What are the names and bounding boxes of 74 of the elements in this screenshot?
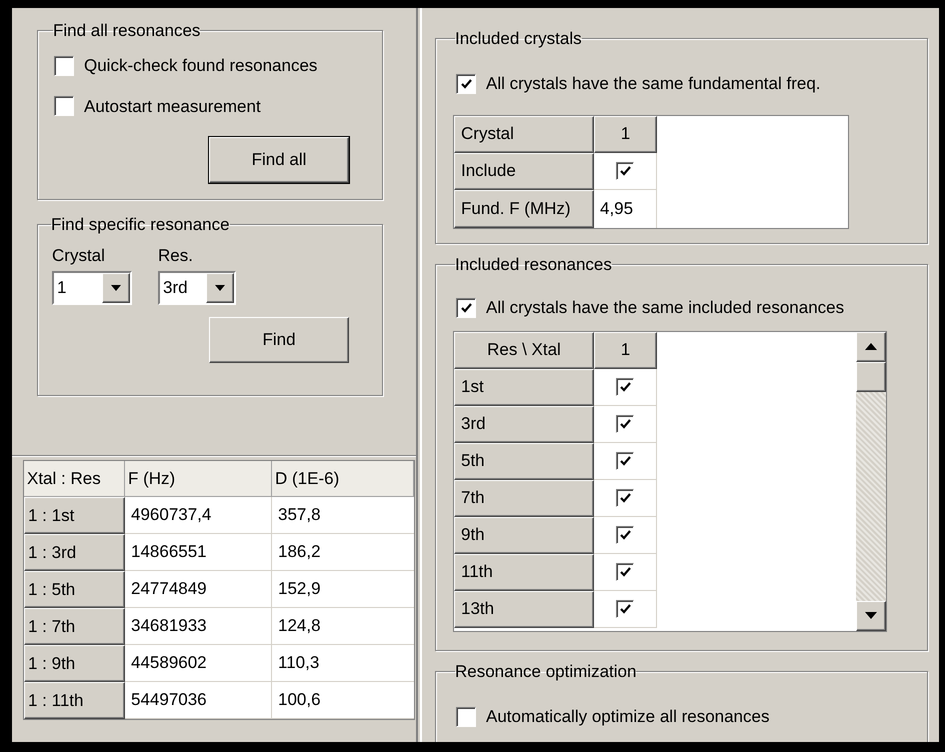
table-cell: 24774849 — [125, 571, 272, 608]
grid-header: 1 — [594, 116, 657, 152]
row-header[interactable]: 1 : 7th — [24, 608, 125, 645]
down-triangle-icon — [111, 284, 121, 290]
table-cell: 44589602 — [125, 645, 272, 682]
checkmark-icon — [460, 302, 472, 313]
checkbox-label: Autostart measurement — [84, 96, 261, 118]
table-cell: 100,6 — [272, 682, 414, 719]
checkbox[interactable] — [456, 706, 476, 727]
row-header[interactable]: 1 : 11th — [24, 682, 125, 719]
group-title: Find specific resonance — [51, 216, 230, 233]
field-label: Res. — [158, 245, 194, 267]
checkbox-label: Quick-check found resonances — [84, 55, 318, 77]
dropdown[interactable]: 1 — [52, 270, 132, 304]
scroll-thumb[interactable] — [856, 362, 886, 392]
dropdown[interactable]: 3rd — [158, 270, 236, 304]
group-title: Find all resonances — [53, 22, 200, 39]
checkmark-icon — [620, 566, 630, 576]
row-header[interactable]: 1 : 5th — [24, 571, 125, 608]
grid-header: Res \ Xtal — [454, 332, 594, 368]
column-header[interactable]: Xtal : Res — [24, 461, 125, 497]
scroll-up-button[interactable] — [856, 332, 886, 362]
up-triangle-icon — [865, 343, 877, 350]
checkmark-icon — [620, 530, 630, 540]
grid-header: 7th — [454, 480, 594, 516]
push-button[interactable]: Find all — [209, 137, 349, 183]
table-cell: 54497036 — [125, 682, 272, 719]
table-cell: 124,8 — [272, 608, 414, 645]
checkbox[interactable] — [456, 74, 476, 94]
checkmark-icon — [620, 382, 630, 392]
table-cell: 4960737,4 — [125, 497, 272, 534]
table-cell: 14866551 — [125, 534, 272, 571]
checkmark-icon — [620, 418, 630, 428]
grid-header: 3rd — [454, 406, 594, 442]
checkmark-icon — [620, 166, 630, 176]
scrollbar[interactable] — [856, 332, 886, 630]
grid-header: 5th — [454, 442, 594, 480]
table-cell: 110,3 — [272, 645, 414, 682]
checkmark-icon — [460, 78, 472, 89]
grid-header: Fund. F (MHz) — [454, 190, 594, 228]
group-title: Included resonances — [455, 256, 612, 273]
group-title: Included crystals — [455, 30, 582, 47]
push-button[interactable]: Find — [209, 316, 349, 362]
table-cell: 357,8 — [272, 497, 414, 534]
row-header[interactable]: 1 : 9th — [24, 645, 125, 682]
scroll-down-button[interactable] — [856, 600, 886, 630]
table-cell: 34681933 — [125, 608, 272, 645]
grid-header: 9th — [454, 516, 594, 554]
down-triangle-icon — [865, 612, 877, 619]
checkbox-label: All crystals have the same included resonances — [486, 297, 844, 319]
column-header[interactable]: F (Hz) — [125, 461, 272, 497]
grid-header: 1 — [594, 332, 657, 368]
down-triangle-icon — [215, 284, 225, 290]
checkbox[interactable] — [54, 96, 74, 116]
row-header[interactable]: 1 : 3rd — [24, 534, 125, 571]
checkbox-label: Automatically optimize all resonances — [486, 706, 770, 728]
field-label: Crystal — [52, 245, 106, 267]
table-cell: 186,2 — [272, 534, 414, 571]
grid-header: 11th — [454, 554, 594, 590]
checkmark-icon — [620, 604, 630, 614]
grid-header: 13th — [454, 590, 594, 628]
table-cell: 152,9 — [272, 571, 414, 608]
row-header[interactable]: 1 : 1st — [24, 497, 125, 534]
group-title: Resonance optimization — [455, 663, 636, 680]
grid-header: 1st — [454, 368, 594, 406]
grid-header: Include — [454, 152, 594, 190]
checkbox[interactable] — [456, 298, 476, 318]
checkbox[interactable] — [54, 56, 74, 76]
grid-cell[interactable]: 4,95 — [594, 190, 657, 228]
column-header[interactable]: D (1E-6) — [272, 461, 414, 497]
checkmark-icon — [620, 456, 630, 466]
checkbox-label: All crystals have the same fundamental freq. — [486, 73, 820, 95]
checkmark-icon — [620, 492, 630, 502]
grid-header: Crystal — [454, 116, 594, 152]
